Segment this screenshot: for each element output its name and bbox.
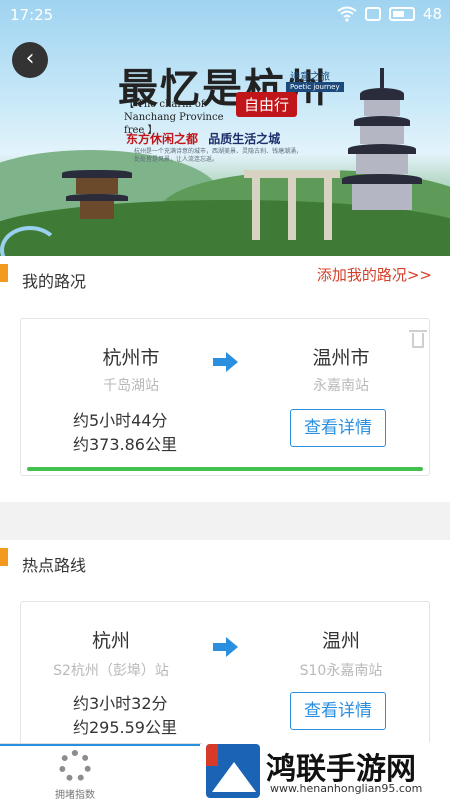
to-city: 温州市	[312, 347, 370, 369]
route-duration: 约3小时32分	[73, 694, 168, 713]
arrow-right-icon	[213, 352, 239, 372]
from-station: S2杭州（彭埠）站	[53, 663, 169, 679]
hot-route-card[interactable]: 杭州 S2杭州（彭埠）站 温州 S10永嘉南站 约3小时32分 约295.59公…	[20, 601, 430, 751]
back-button[interactable]: ‹	[12, 42, 48, 78]
banner-badge: 自由行	[236, 92, 298, 117]
nav-active-indicator	[0, 744, 200, 746]
view-details-button[interactable]: 查看详情	[290, 409, 386, 447]
slogan-part1: 东方休闲之都	[126, 132, 199, 146]
wifi-icon	[337, 6, 357, 22]
battery-level: 48	[422, 5, 442, 23]
section-marker	[0, 548, 8, 566]
section-title: 我的路况	[22, 272, 87, 291]
status-icons: 48	[337, 5, 442, 23]
to-station: S10永嘉南站	[299, 663, 383, 679]
leifeng-pagoda-illustration	[342, 68, 422, 228]
status-time: 17:25	[10, 6, 54, 24]
route-progress-bar	[27, 467, 423, 471]
status-bar: 17:25 48	[0, 0, 450, 32]
from-station: 千岛湖站	[103, 378, 159, 394]
chevron-left-icon: ‹	[25, 46, 35, 71]
my-routes-header: 我的路况 添加我的路况>>	[0, 256, 450, 300]
hot-routes-header: 热点路线	[0, 540, 450, 584]
watermark-url: www.henanhonglian95.com	[270, 782, 423, 795]
view-details-button[interactable]: 查看详情	[290, 692, 386, 730]
watermark-logo	[206, 744, 260, 798]
banner-small-text: 杭州是一个充满诗意的城市，西湖美景、灵隐古刹、钱塘潮涌，处处皆是风景，让人流连忘…	[134, 148, 303, 163]
pavilion-illustration	[62, 160, 132, 220]
arrow-right-icon	[213, 637, 239, 657]
battery-icon	[388, 7, 415, 21]
to-city: 温州	[321, 630, 360, 652]
section-marker	[0, 264, 8, 282]
route-distance: 约373.86公里	[73, 435, 177, 454]
trash-icon[interactable]	[409, 330, 427, 348]
add-route-link[interactable]: 添加我的路况>>	[317, 264, 432, 285]
banner-slogan: 东方休闲之都 品质生活之城	[126, 130, 280, 147]
nav-label: 拥堵指数	[55, 790, 95, 800]
route-info: 约3小时32分 约295.59公里	[73, 692, 177, 740]
banner-tag: 诗意之旅	[290, 72, 330, 83]
route-card[interactable]: 杭州市 千岛湖站 温州市 永嘉南站 约5小时44分 约373.86公里 查看详情	[20, 318, 430, 476]
from-city: 杭州市	[102, 347, 160, 369]
promo-banner[interactable]: 最忆是杭州 【 The charm of Nanchang Province f…	[0, 0, 450, 256]
route-duration: 约5小时44分	[73, 411, 168, 430]
app-screen: 最忆是杭州 【 The charm of Nanchang Province f…	[0, 0, 450, 800]
nav-item-congestion-index[interactable]: 拥堵指数	[40, 750, 110, 800]
from-city: 杭州	[91, 630, 130, 652]
gate-illustration	[244, 170, 340, 240]
gear-icon	[59, 750, 91, 782]
watermark: 鸿联手游网 www.henanhonglian95.com	[202, 742, 450, 800]
banner-tag-en: Poetic journey	[286, 82, 344, 92]
route-info: 约5小时44分 约373.86公里	[73, 409, 177, 457]
slogan-part2: 品质生活之城	[208, 132, 281, 146]
to-station: 永嘉南站	[313, 378, 369, 394]
sim-icon	[364, 7, 381, 21]
route-distance: 约295.59公里	[73, 718, 177, 737]
section-title: 热点路线	[22, 556, 87, 575]
